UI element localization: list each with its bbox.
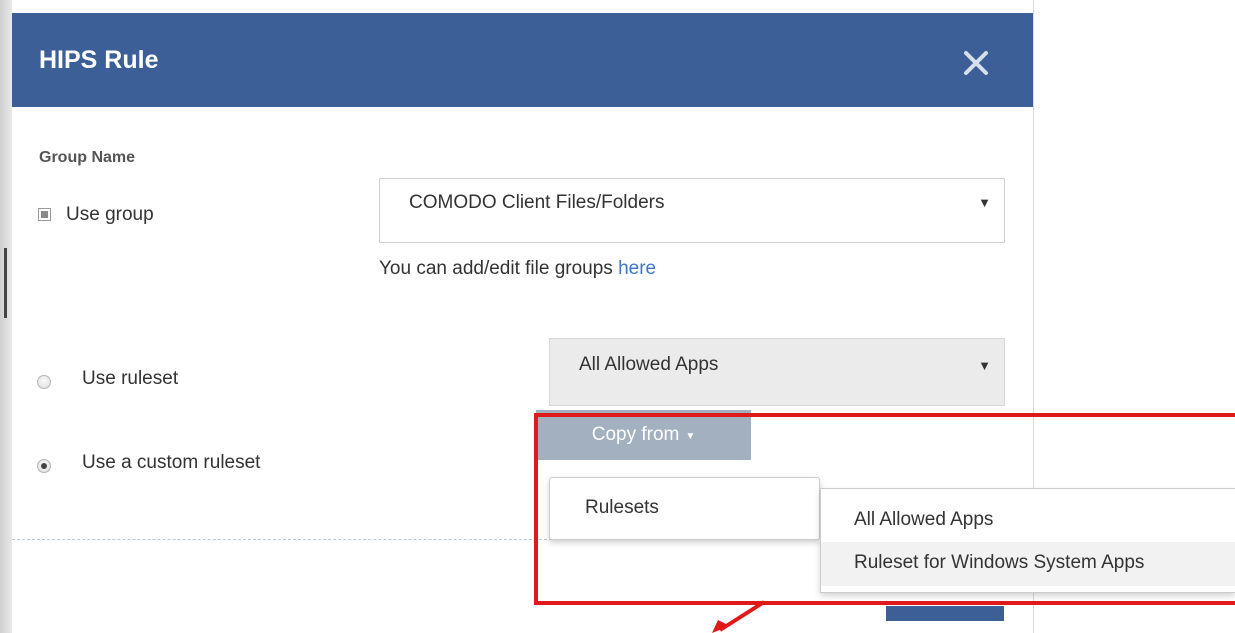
menu-item-rulesets[interactable]: Rulesets: [585, 497, 659, 519]
background-edge-mark: [4, 248, 7, 318]
ruleset-select-value: All Allowed Apps: [579, 354, 719, 375]
copy-from-menu: Rulesets: [549, 477, 820, 540]
use-ruleset-label: Use ruleset: [82, 368, 179, 389]
close-icon[interactable]: [960, 47, 992, 79]
caret-down-icon: ▼: [978, 195, 991, 210]
here-link[interactable]: here: [618, 258, 656, 279]
group-select[interactable]: COMODO Client Files/Folders ▼: [379, 178, 1005, 243]
use-custom-ruleset-radio[interactable]: [37, 459, 51, 473]
submenu-item-label: Ruleset for Windows System Apps: [854, 552, 1145, 573]
submenu-item-label: All Allowed Apps: [854, 509, 994, 530]
submenu-item-windows-system-apps[interactable]: Ruleset for Windows System Apps: [821, 542, 1235, 586]
use-custom-ruleset-label: Use a custom ruleset: [82, 452, 261, 473]
hint-text: You can add/edit file groups: [379, 258, 619, 279]
group-select-value: COMODO Client Files/Folders: [409, 192, 665, 213]
copy-from-label: Copy from: [591, 424, 680, 445]
caret-down-icon: ▼: [978, 358, 991, 373]
submenu-item-all-allowed-apps[interactable]: All Allowed Apps: [821, 499, 1235, 543]
group-name-label: Group Name: [39, 149, 136, 166]
ruleset-select[interactable]: All Allowed Apps ▼: [549, 338, 1005, 406]
file-groups-hint: You can add/edit file groups here: [379, 258, 656, 280]
use-group-label: Use group: [66, 204, 154, 225]
dialog-title: HIPS Rule: [39, 46, 159, 74]
dialog-header: HIPS Rule: [12, 13, 1033, 107]
use-group-checkbox[interactable]: [38, 208, 51, 221]
copy-from-button[interactable]: Copy from ▼: [536, 410, 751, 460]
section-divider: [12, 539, 552, 540]
caret-down-icon: ▼: [685, 430, 696, 442]
rulesets-submenu: All Allowed Apps Ruleset for Windows Sys…: [820, 488, 1235, 593]
use-ruleset-radio[interactable]: [37, 375, 51, 389]
ok-button[interactable]: [886, 606, 1004, 621]
